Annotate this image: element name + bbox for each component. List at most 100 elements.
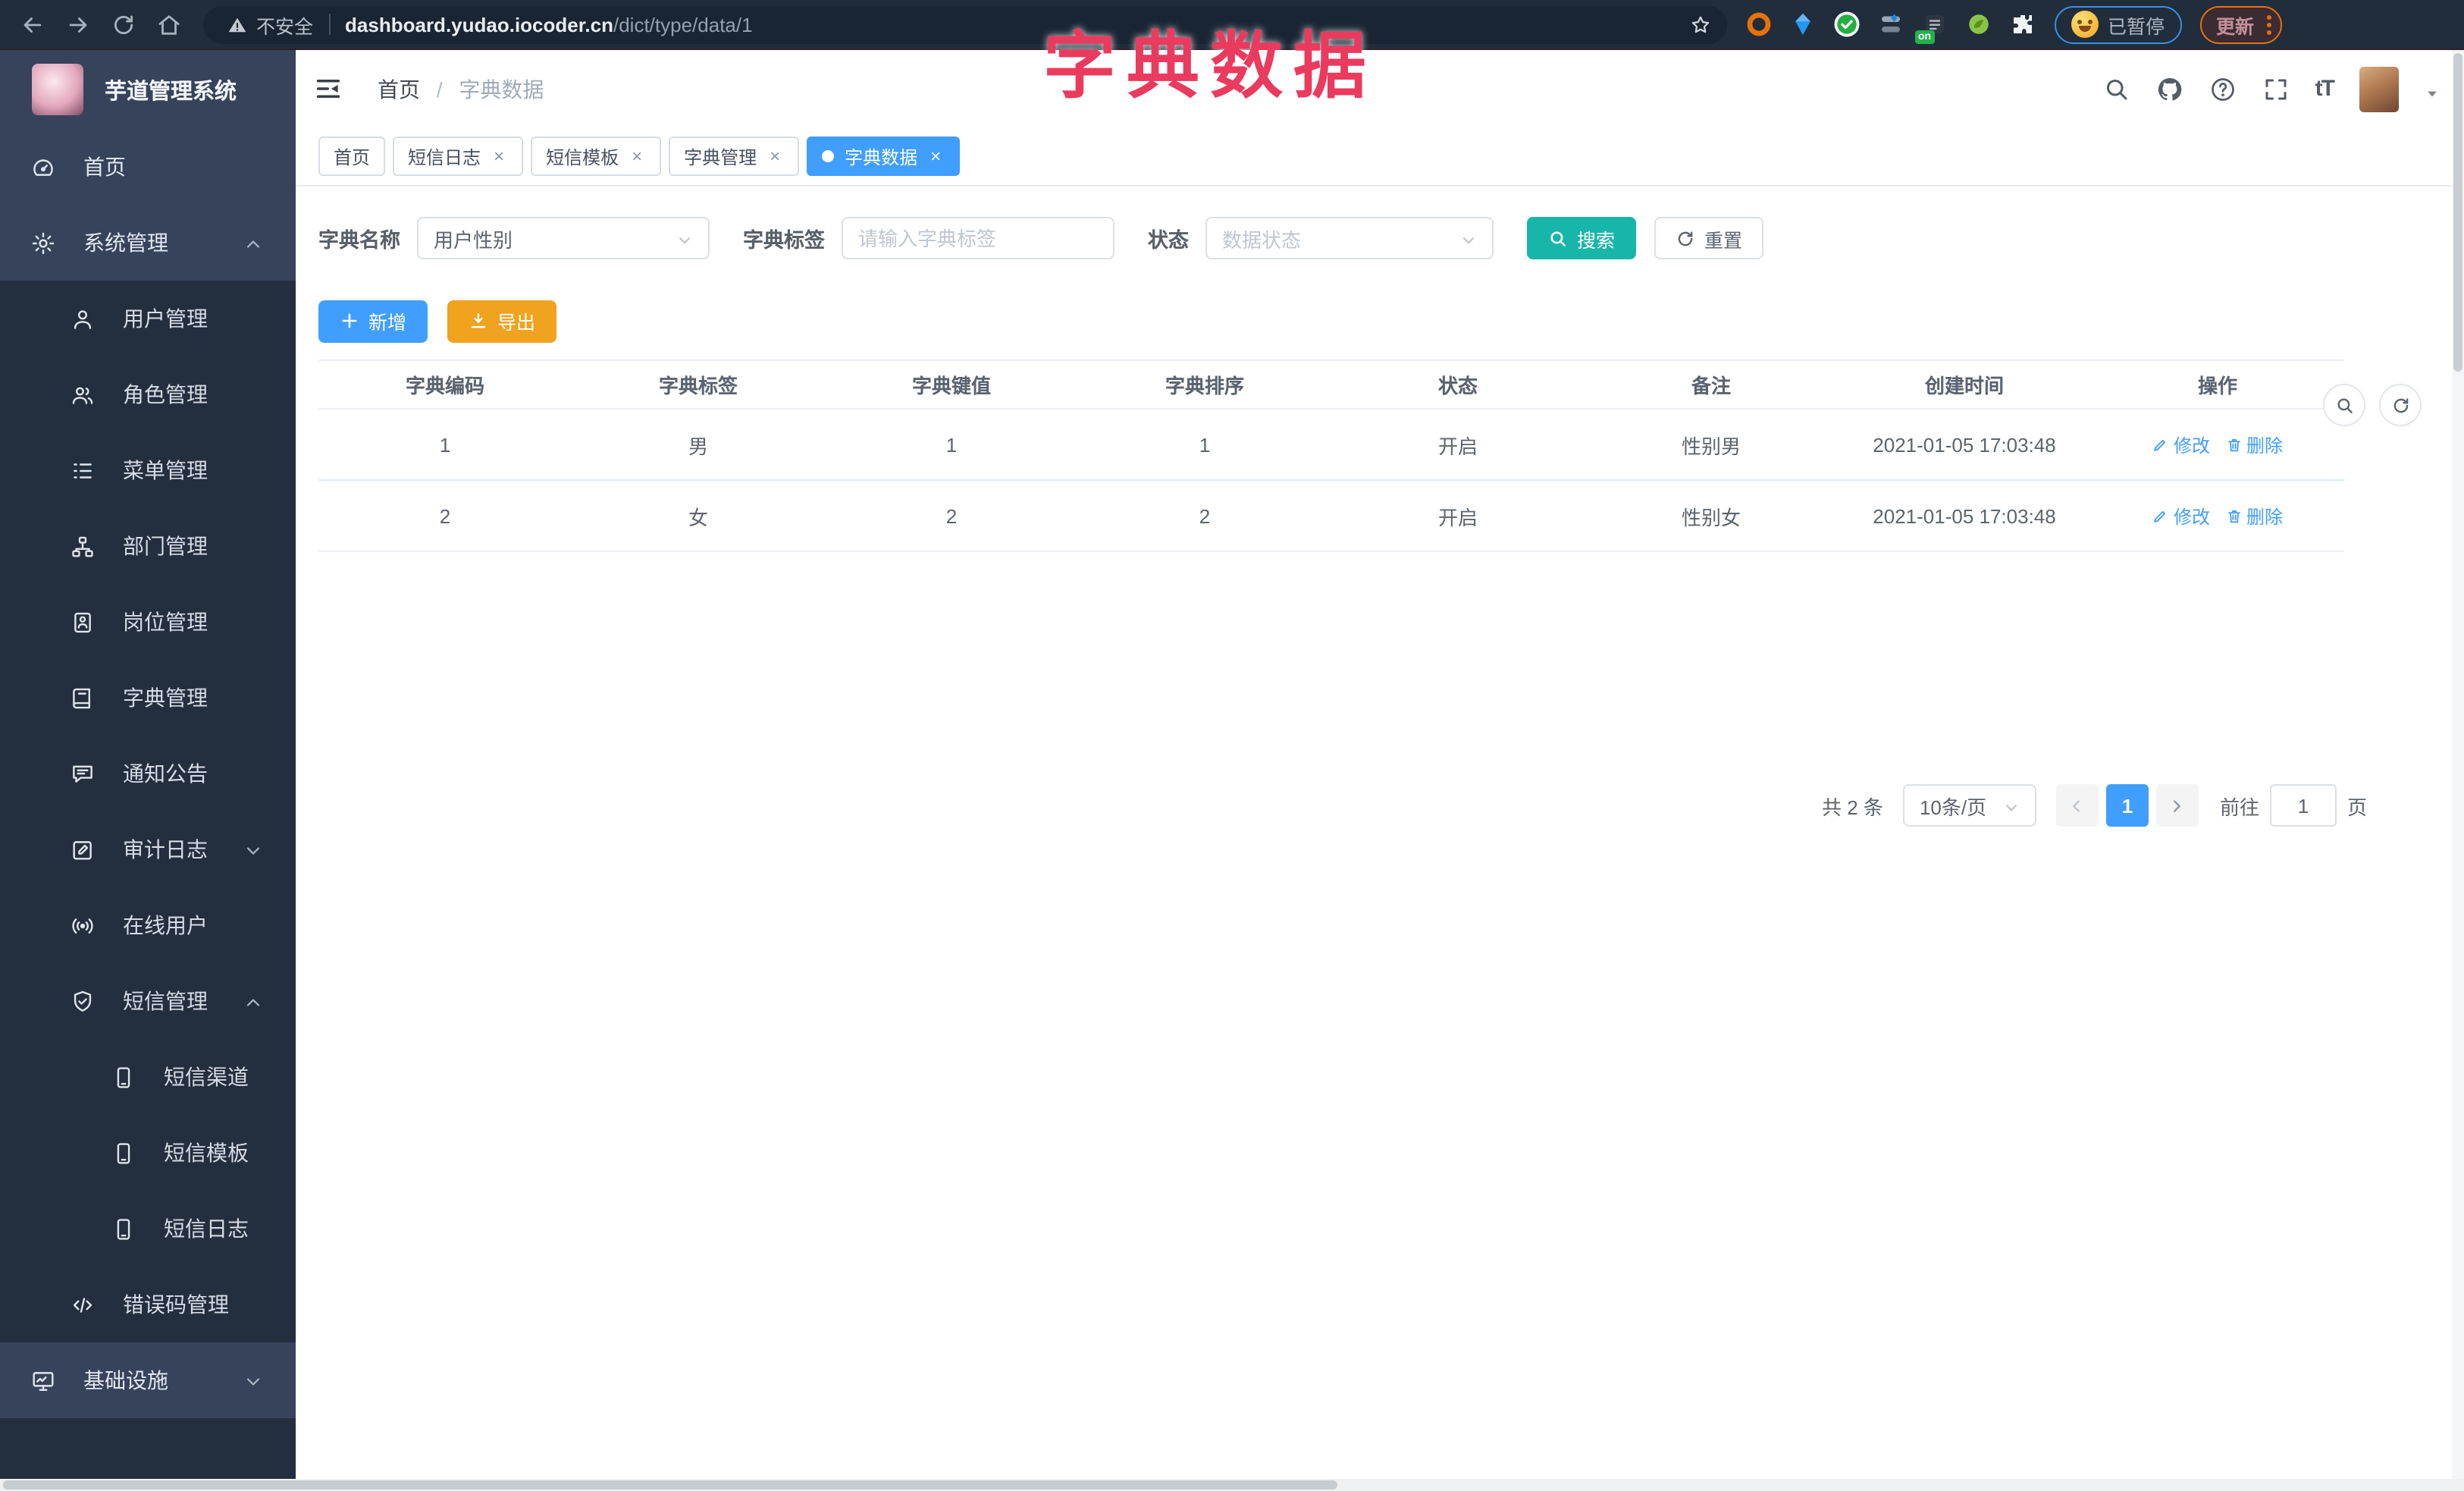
edit-link[interactable]: 修改: [2152, 432, 2210, 457]
table-cell-operations: 修改 删除: [2091, 480, 2344, 552]
delete-link[interactable]: 删除: [2225, 432, 2283, 457]
close-icon[interactable]: ×: [490, 146, 508, 167]
reset-button[interactable]: 重置: [1654, 217, 1764, 259]
sidebar-item-sms-management[interactable]: 短信管理: [0, 963, 296, 1039]
dict-data-table: 字典编码 字典标签 字典键值 字典排序 状态 备注 创建时间 操作 1 男 1 1 开启 性别男 2021…: [318, 359, 2344, 552]
sidebar-item-sms-channel[interactable]: 短信渠道: [0, 1039, 296, 1115]
sidebar-item-user-management[interactable]: 用户管理: [0, 281, 296, 356]
app-logo-row[interactable]: 芋道管理系统: [0, 50, 296, 129]
show-search-icon[interactable]: [2323, 384, 2365, 426]
table-cell: 2021-01-05 17:03:48: [1838, 409, 2091, 481]
current-page-button[interactable]: 1: [2105, 784, 2149, 827]
ext-puzzle-icon[interactable]: [2009, 11, 2036, 38]
vertical-scrollbar[interactable]: [2452, 50, 2464, 1491]
page-size-select[interactable]: 10条/页: [1902, 784, 2036, 827]
sidebar-item-menu-management[interactable]: 菜单管理: [0, 432, 296, 508]
dict-label-input[interactable]: [858, 227, 1098, 250]
table-header-cell: 字典排序: [1078, 359, 1331, 410]
sidebar-item-post-management[interactable]: 岗位管理: [0, 584, 296, 660]
tab-sms-log[interactable]: 短信日志 ×: [393, 137, 524, 176]
dict-name-select[interactable]: 用户性别: [417, 217, 710, 259]
toolbar: 新增 导出: [318, 300, 2464, 342]
dict-name-label: 字典名称: [318, 229, 400, 252]
online-users-icon: [70, 912, 96, 938]
main-area: 首页 / 字典数据 tT 首页 短信日志 × 短信模板 × 字典管理 × 字典数据 ×: [296, 50, 2464, 1491]
next-page-button[interactable]: [2155, 784, 2199, 827]
delete-link[interactable]: 删除: [2225, 503, 2283, 529]
sidebar-item-notice-announcement[interactable]: 通知公告: [0, 736, 296, 811]
search-button[interactable]: 搜索: [1527, 217, 1637, 259]
chevron-up-icon: [244, 992, 262, 1010]
sidebar-menu: 首页 系统管理 用户管理 角色管理 菜单管理 部门管理 岗位管理 字典管理 通知公告 审计日志 在线…: [0, 129, 296, 1418]
sidebar-item-department-management[interactable]: 部门管理: [0, 508, 296, 584]
refresh-table-icon[interactable]: [2379, 384, 2422, 426]
sidebar-item-error-code-management[interactable]: 错误码管理: [0, 1267, 296, 1342]
github-icon[interactable]: [2156, 75, 2183, 102]
status-select[interactable]: 数据状态: [1205, 217, 1494, 259]
header-actions: tT: [2103, 66, 2440, 111]
chevron-up-icon: [244, 234, 262, 252]
close-icon[interactable]: ×: [628, 146, 646, 167]
add-button[interactable]: 新增: [318, 300, 428, 342]
sidebar-item-sms-log[interactable]: 短信日志: [0, 1191, 296, 1267]
screen: 不安全 dashboard.yudao.iocoder.cn /dict/typ…: [0, 0, 2464, 1491]
sidebar-item-home[interactable]: 首页: [0, 129, 296, 205]
sidebar-item-audit-log[interactable]: 审计日志: [0, 811, 296, 887]
address-bar[interactable]: 不安全 dashboard.yudao.iocoder.cn /dict/typ…: [203, 5, 1727, 43]
chevron-down-icon: [2003, 797, 2020, 814]
ext-blue-gem-icon[interactable]: [1789, 11, 1817, 38]
fullscreen-icon[interactable]: [2262, 75, 2290, 102]
security-label[interactable]: 不安全: [256, 10, 313, 39]
breadcrumb-separator: /: [436, 77, 443, 101]
font-size-icon[interactable]: tT: [2315, 76, 2335, 102]
sidebar-item-system-management[interactable]: 系统管理: [0, 205, 296, 281]
breadcrumb-home[interactable]: 首页: [378, 77, 420, 101]
export-button[interactable]: 导出: [447, 300, 557, 342]
table-header-row: 字典编码 字典标签 字典键值 字典排序 状态 备注 创建时间 操作: [318, 359, 2344, 410]
close-icon[interactable]: ×: [926, 146, 945, 167]
sidebar-item-infrastructure[interactable]: 基础设施: [0, 1342, 296, 1418]
trash-icon: [2225, 507, 2242, 524]
search-icon[interactable]: [2103, 75, 2130, 102]
ext-dark-on-icon[interactable]: on: [1915, 11, 1948, 44]
sidebar-item-sms-template[interactable]: 短信模板: [0, 1115, 296, 1191]
app-title: 芋道管理系统: [105, 80, 237, 104]
browser-back-icon[interactable]: [20, 11, 45, 37]
browser-update-button[interactable]: 更新: [2199, 5, 2282, 43]
badge-icon: [70, 609, 96, 635]
sidebar-item-role-management[interactable]: 角色管理: [0, 356, 296, 432]
ext-orange-ring-icon[interactable]: [1745, 11, 1773, 38]
close-icon[interactable]: ×: [766, 146, 784, 167]
browser-paused-pill[interactable]: 已暂停: [2055, 5, 2182, 43]
goto-page-input[interactable]: [2269, 784, 2337, 827]
omnibox-divider: [328, 14, 331, 35]
sidebar-item-dict-management[interactable]: 字典管理: [0, 660, 296, 736]
table-header-cell: 创建时间: [1838, 359, 2091, 410]
sidebar-item-online-users[interactable]: 在线用户: [0, 887, 296, 963]
page-unit-label: 页: [2346, 796, 2367, 818]
horizontal-scrollbar[interactable]: [0, 1479, 2464, 1491]
audit-log-icon: [70, 837, 96, 862]
tab-dict-management[interactable]: 字典管理 ×: [669, 137, 800, 176]
phone-icon: [111, 1064, 136, 1090]
ext-toggle-icon[interactable]: [1877, 11, 1904, 38]
tab-sms-template[interactable]: 短信模板 ×: [531, 137, 662, 176]
edit-link[interactable]: 修改: [2152, 503, 2210, 529]
browser-home-icon[interactable]: [156, 11, 182, 37]
tab-dict-data[interactable]: 字典数据 ×: [807, 137, 961, 176]
refresh-icon: [1676, 228, 1695, 248]
help-icon[interactable]: [2209, 75, 2237, 102]
browser-menu-icon[interactable]: [2266, 14, 2271, 34]
browser-reload-icon[interactable]: [111, 11, 136, 37]
avatar[interactable]: [2359, 66, 2399, 111]
collapse-sidebar-icon[interactable]: [314, 74, 343, 103]
ext-green-check-icon[interactable]: [1833, 11, 1861, 38]
tab-home[interactable]: 首页: [318, 137, 386, 176]
filter-bar: 字典名称 用户性别 字典标签 状态: [318, 217, 2464, 259]
table-header-cell: 状态: [1331, 359, 1585, 410]
prev-page-button[interactable]: [2055, 784, 2099, 827]
ext-green-leaf-icon[interactable]: [1965, 11, 1992, 38]
bookmark-star-icon[interactable]: [1689, 13, 1712, 36]
chevron-down-icon[interactable]: [2425, 81, 2440, 96]
browser-forward-icon[interactable]: [65, 11, 91, 37]
